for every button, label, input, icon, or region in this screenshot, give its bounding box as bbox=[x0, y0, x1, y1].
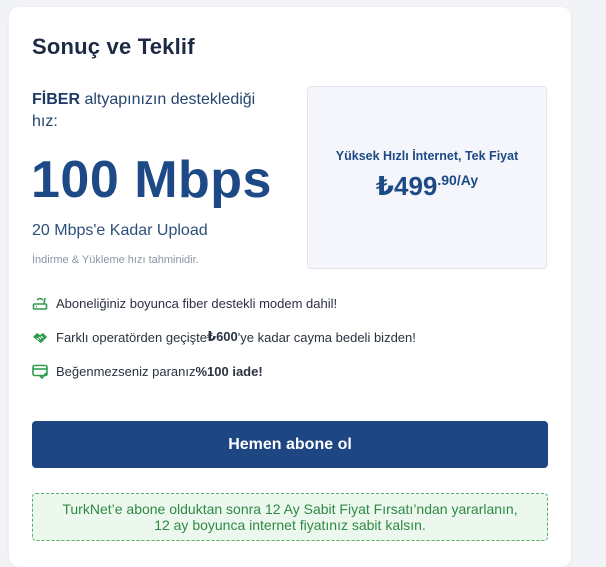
feature-bold: %100 iade! bbox=[195, 363, 263, 379]
feature-modem: Aboneliğiniz boyunca fiber destekli mode… bbox=[32, 295, 337, 311]
fixed-price-notice: TurkNet’e abone olduktan sonra 12 Ay Sab… bbox=[32, 493, 548, 541]
infrastructure-type: FİBER bbox=[32, 91, 80, 108]
feature-bold: ₺600 bbox=[207, 329, 238, 344]
feature-text-after: 'ye kadar cayma bedeli bizden! bbox=[237, 329, 416, 345]
price-box: Yüksek Hızlı İnternet, Tek Fiyat ₺499.90… bbox=[307, 86, 547, 269]
subscribe-button[interactable]: Hemen abone ol bbox=[32, 421, 548, 468]
infrastructure-text: FİBER altyapınızın desteklediği hız: bbox=[32, 89, 282, 133]
feature-text-before: Beğenmezseniz paranız bbox=[56, 363, 196, 379]
feature-refund: Beğenmezseniz paranız %100 iade! bbox=[32, 363, 263, 379]
price-label: Yüksek Hızlı İnternet, Tek Fiyat bbox=[335, 149, 519, 163]
page-background bbox=[584, 0, 606, 551]
feature-switch-fee: Farklı operatörden geçişte ₺600'ye kadar… bbox=[32, 329, 416, 345]
card-check-icon bbox=[32, 363, 48, 379]
price-sup: .90/Ay bbox=[437, 172, 479, 188]
section-title: Sonuç ve Teklif bbox=[32, 34, 195, 59]
handshake-icon bbox=[32, 329, 48, 345]
modem-icon bbox=[32, 295, 48, 311]
price: ₺499.90/Ay bbox=[308, 171, 546, 202]
feature-text: Aboneliğiniz boyunca fiber destekli mode… bbox=[56, 295, 338, 311]
download-speed: 100 Mbps bbox=[31, 151, 272, 209]
price-main: 499 bbox=[393, 171, 438, 201]
feature-text-before: Farklı operatörden geçişte bbox=[56, 329, 208, 345]
upload-speed: 20 Mbps'e Kadar Upload bbox=[32, 222, 208, 239]
speed-disclaimer: İndirme & Yükleme hızı tahminidir. bbox=[32, 254, 199, 266]
price-currency: ₺ bbox=[375, 171, 394, 201]
